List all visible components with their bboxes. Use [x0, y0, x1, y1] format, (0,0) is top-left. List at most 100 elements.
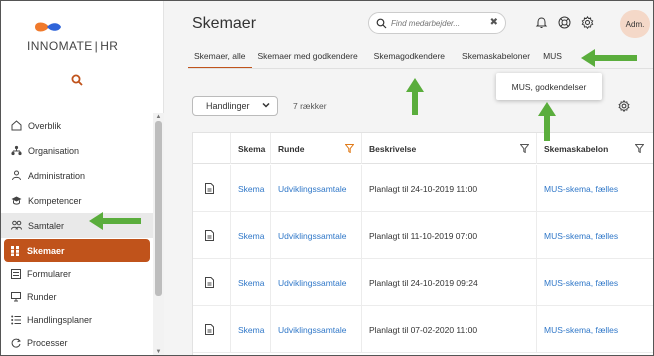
filter-icon[interactable]	[634, 144, 645, 154]
tab-skemaskabeloner[interactable]: Skemaskabeloner	[451, 47, 536, 69]
cell-beskrivelse: Planlagt til 24-10-2019 09:24	[361, 259, 536, 306]
avatar[interactable]: Adm.	[620, 10, 650, 38]
help-icon[interactable]	[558, 16, 571, 29]
scroll-thumb[interactable]	[155, 121, 162, 296]
schemas-table: Skema Runde Beskrivelse Skemaskabelon Sk…	[192, 132, 653, 355]
tab-skemaer-alle[interactable]: Skemaer, alle	[188, 47, 252, 69]
annotation-arrow-up-mus-godkendelser	[538, 102, 556, 141]
cell-beskrivelse: Planlagt til 07-02-2020 11:00	[361, 306, 536, 353]
table-header: Skema Runde Beskrivelse Skemaskabelon	[193, 133, 653, 164]
table-row[interactable]: Skema Udviklingssamtale Planlagt til 07-…	[193, 306, 653, 353]
cell-skemaskabelon[interactable]: MUS-skema, fælles	[536, 306, 653, 353]
table-row[interactable]: Skema Udviklingssamtale Planlagt til 24-…	[193, 259, 653, 306]
sidebar-subitem-runder[interactable]: Runder	[1, 285, 153, 308]
column-header-skema[interactable]: Skema	[230, 133, 270, 164]
annotation-arrow-up-skemagodkendere	[406, 78, 424, 115]
sidebar-scrollbar[interactable]: ▲ ▼	[153, 113, 164, 355]
sidebar-item-label: Samtaler	[28, 220, 65, 231]
search-icon	[376, 18, 387, 29]
rounds-icon	[10, 291, 21, 302]
cell-skema[interactable]: Skema	[230, 165, 270, 212]
sidebar-item-overblik[interactable]: Overblik	[1, 113, 153, 138]
employee-search[interactable]: ✖	[368, 12, 506, 34]
grid-icon	[10, 245, 21, 256]
document-icon[interactable]	[193, 306, 230, 353]
gear-icon[interactable]	[581, 15, 594, 30]
cell-skema[interactable]: Skema	[230, 306, 270, 353]
logo-text: INNOMATE | HR	[27, 39, 119, 53]
sidebar-item-label: Administration	[28, 170, 86, 181]
column-header-label: Skemaskabelon	[544, 143, 609, 154]
row-count: 7 rækker	[293, 101, 327, 111]
sidebar-item-label: Organisation	[28, 145, 80, 156]
people-icon	[10, 170, 22, 182]
gear-icon[interactable]	[618, 99, 630, 113]
search-input[interactable]	[391, 16, 486, 31]
sidebar-subitem-formularer[interactable]: Formularer	[1, 262, 153, 285]
cell-beskrivelse: Planlagt til 24-10-2019 11:00	[361, 165, 536, 212]
sidebar-item-kompetencer[interactable]: Kompetencer	[1, 188, 153, 213]
sidebar: INNOMATE | HR Overblik Organisation Admini…	[1, 1, 164, 355]
app-window: INNOMATE | HR Overblik Organisation Admini…	[0, 0, 654, 356]
tab-mus[interactable]: MUS	[536, 47, 568, 69]
table-row[interactable]: Skema Udviklingssamtale Planlagt til 11-…	[193, 212, 653, 259]
cell-runde[interactable]: Udviklingssamtale	[270, 165, 361, 212]
bell-icon[interactable]	[535, 16, 548, 29]
column-header-label: Runde	[278, 143, 305, 154]
table-row[interactable]: Skema Udviklingssamtale Planlagt til 24-…	[193, 165, 653, 212]
sidebar-item-administration[interactable]: Administration	[1, 163, 153, 188]
sidebar-subitem-handlingsplaner[interactable]: Handlingsplaner	[1, 308, 153, 331]
cell-beskrivelse: Planlagt til 11-10-2019 07:00	[361, 212, 536, 259]
sidebar-item-organisation[interactable]: Organisation	[1, 138, 153, 163]
conversation-icon	[10, 220, 22, 232]
form-icon	[10, 268, 21, 279]
home-icon	[10, 120, 22, 132]
column-header-runde[interactable]: Runde	[270, 133, 361, 164]
cell-runde[interactable]: Udviklingssamtale	[270, 306, 361, 353]
scroll-down-icon[interactable]: ▼	[155, 349, 162, 355]
tab-bar: Skemaer, alle Skemaer med godkendere Ske…	[188, 47, 568, 69]
sidebar-subnav: Skemaer Formularer Runder Handlingsplane…	[1, 239, 153, 354]
document-icon[interactable]	[193, 165, 230, 212]
scroll-up-icon[interactable]: ▲	[155, 114, 162, 120]
tab-skemagodkendere[interactable]: Skemagodkendere	[364, 47, 451, 69]
search-icon[interactable]	[71, 74, 83, 86]
process-icon	[10, 337, 21, 348]
sidebar-subitem-label: Skemaer	[27, 245, 65, 256]
logo-mark-icon	[35, 22, 61, 32]
column-header-beskrivelse[interactable]: Beskrivelse	[361, 133, 536, 164]
column-header-label: Beskrivelse	[369, 143, 417, 154]
graduation-icon	[10, 195, 22, 207]
cell-runde[interactable]: Udviklingssamtale	[270, 259, 361, 306]
document-icon[interactable]	[193, 259, 230, 306]
sidebar-subitem-label: Processer	[27, 337, 68, 348]
annotation-arrow-left-mus	[581, 49, 637, 67]
document-icon[interactable]	[193, 212, 230, 259]
page-title: Skemaer	[192, 15, 257, 32]
close-icon[interactable]: ✖	[490, 17, 498, 28]
sidebar-subitem-label: Formularer	[27, 268, 72, 279]
tab-skemaer-med-godkendere[interactable]: Skemaer med godkendere	[252, 47, 364, 69]
cell-skemaskabelon[interactable]: MUS-skema, fælles	[536, 259, 653, 306]
cell-skemaskabelon[interactable]: MUS-skema, fælles	[536, 212, 653, 259]
sidebar-item-label: Kompetencer	[28, 195, 82, 206]
filter-icon[interactable]	[519, 144, 530, 154]
list-icon	[10, 314, 21, 325]
sidebar-subitem-label: Handlingsplaner	[27, 314, 93, 325]
cell-skemaskabelon[interactable]: MUS-skema, fælles	[536, 165, 653, 212]
cell-skema[interactable]: Skema	[230, 212, 270, 259]
logo: INNOMATE | HR	[25, 17, 135, 57]
tab-divider	[188, 68, 653, 69]
chevron-down-icon	[262, 101, 270, 109]
sidebar-subitem-processer[interactable]: Processer	[1, 331, 153, 354]
actions-dropdown[interactable]: Handlinger	[192, 96, 278, 116]
sidebar-subitem-skemaer[interactable]: Skemaer	[4, 239, 150, 262]
sidebar-item-label: Overblik	[28, 120, 62, 131]
cell-runde[interactable]: Udviklingssamtale	[270, 212, 361, 259]
annotation-arrow-left-samtaler	[89, 212, 141, 230]
sidebar-subitem-label: Runder	[27, 291, 57, 302]
filter-icon[interactable]	[344, 144, 355, 154]
column-header-icon	[193, 133, 230, 164]
mus-dropdown-item[interactable]: MUS, godkendelser	[496, 73, 602, 100]
cell-skema[interactable]: Skema	[230, 259, 270, 306]
